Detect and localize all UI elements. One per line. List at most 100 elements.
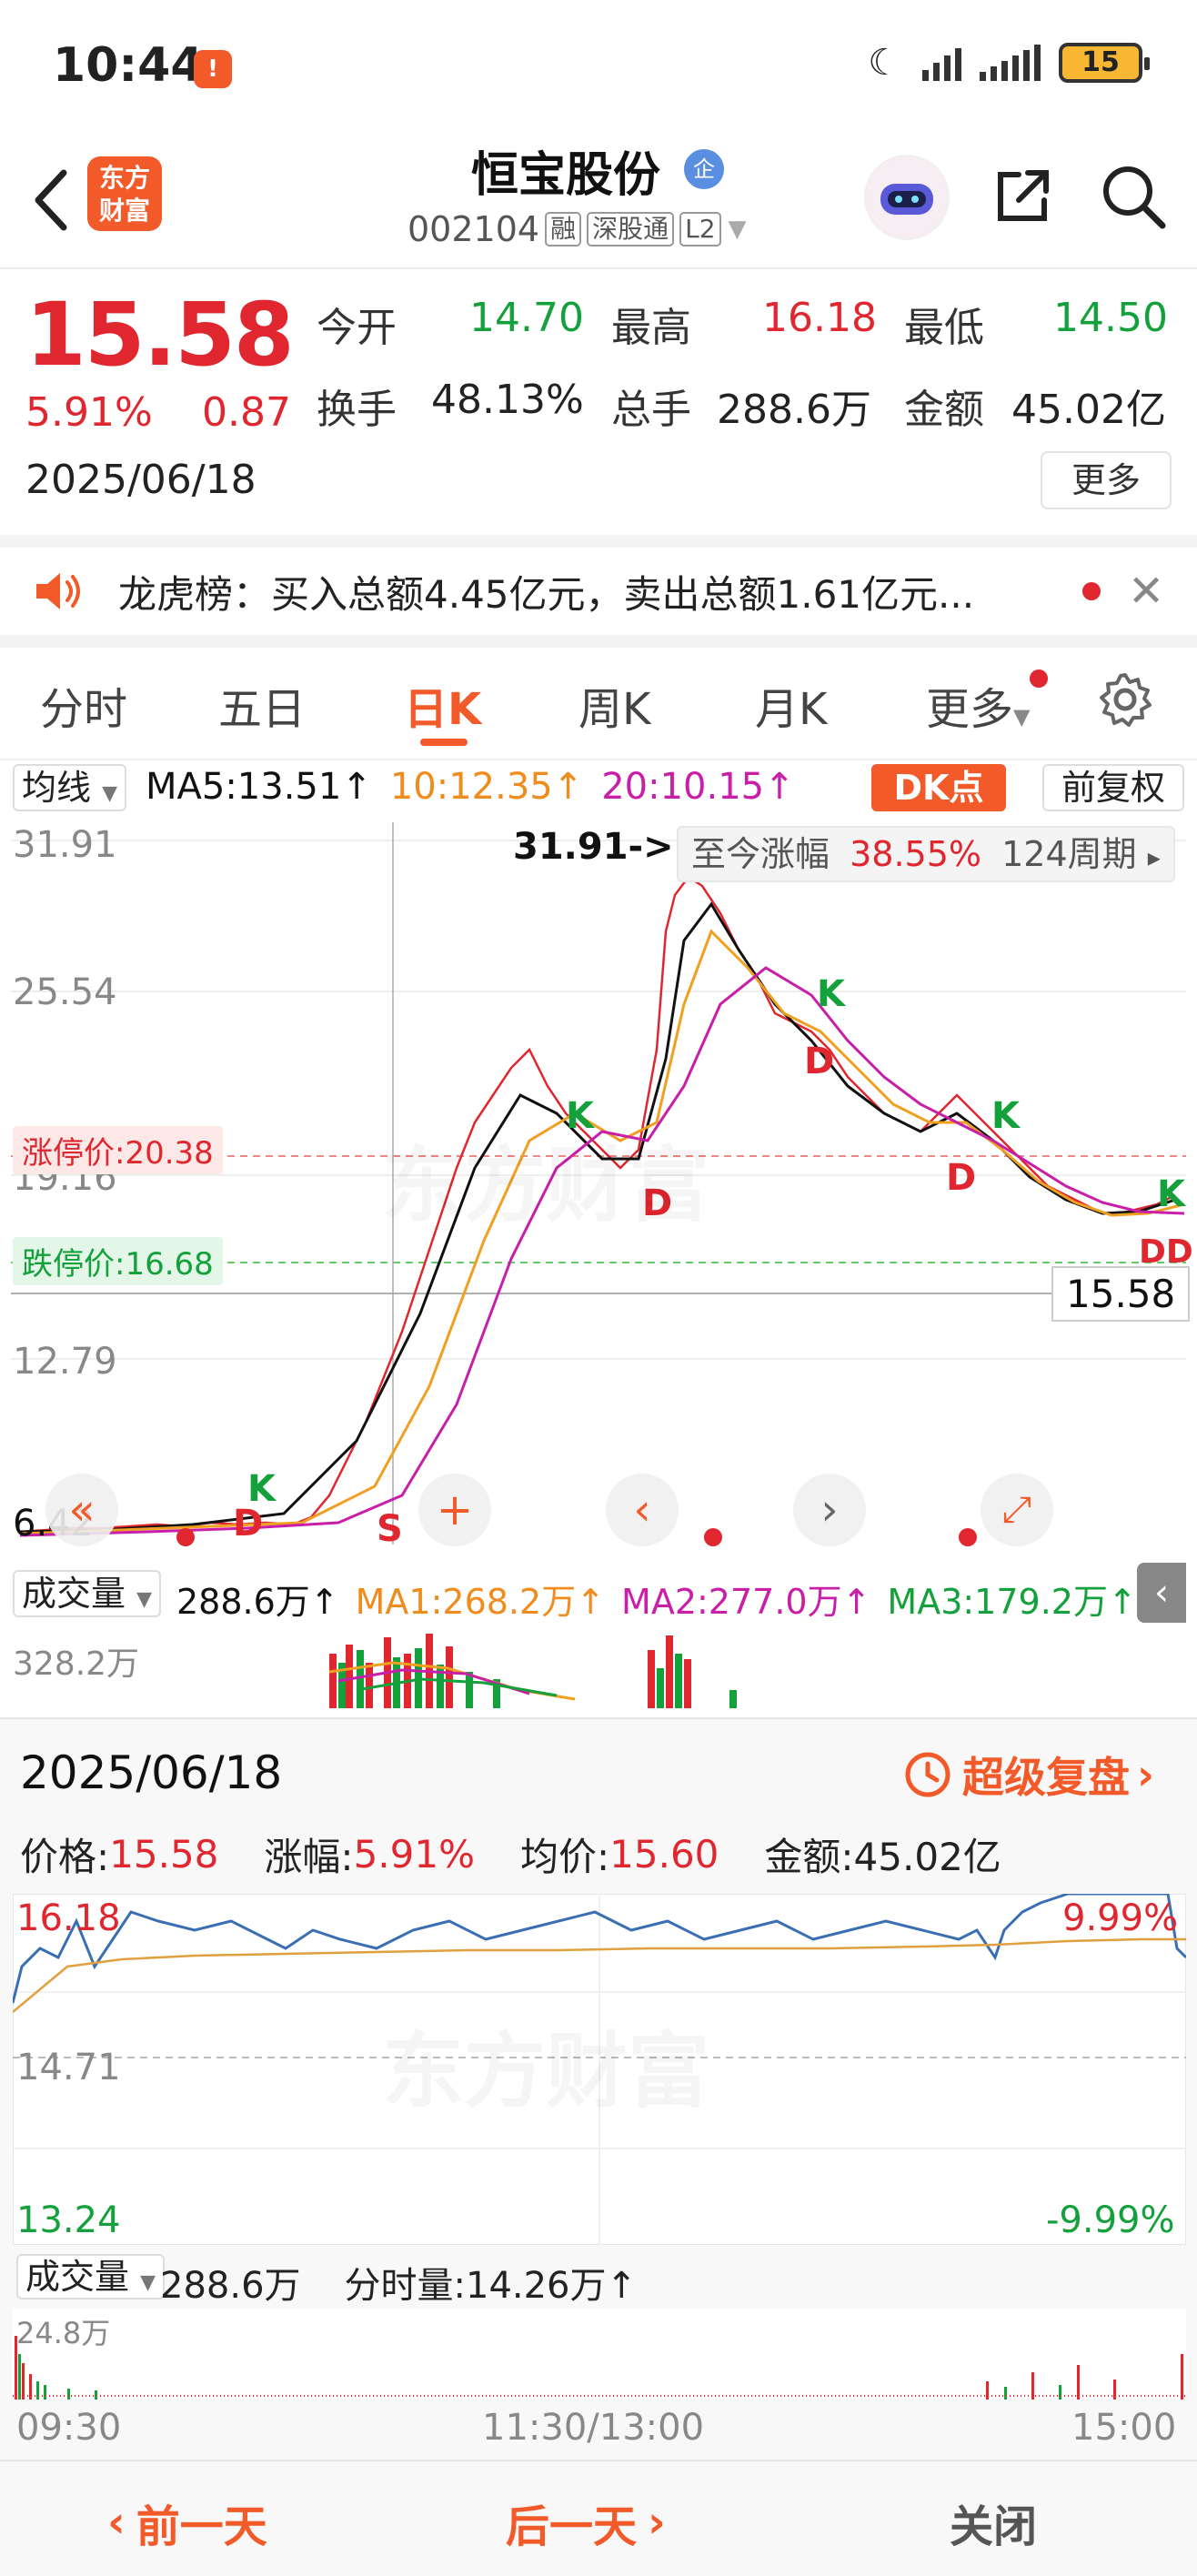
signal-d: D	[946, 1157, 977, 1199]
intraday-volume-select[interactable]: 成交量 ▼	[16, 2254, 166, 2299]
tab-monthly-k[interactable]: 月K	[755, 673, 827, 737]
tag-connect: 深股通	[587, 212, 675, 247]
volume-chart	[328, 1634, 737, 1708]
amount-label: 金额	[904, 387, 984, 433]
low-value: 14.50	[1053, 295, 1168, 341]
ma20-value: 20:10.15↑	[601, 766, 795, 808]
dropdown-icon: ▼	[102, 782, 118, 805]
indicator-select[interactable]: 均线 ▼	[13, 764, 127, 811]
volume-max-label: 328.2万	[13, 1645, 140, 1683]
total-hands-value: 288.6万	[717, 387, 871, 433]
chevron-right-icon[interactable]: ›	[793, 1474, 866, 1546]
announcement-text[interactable]: 龙虎榜：买入总额4.45亿元，卖出总额1.61亿元...	[118, 564, 974, 619]
y-label-2: 25.54	[13, 971, 117, 1013]
battery-icon: 15	[1059, 43, 1150, 83]
intraday-volume-values: 288.6万 分时量:14.26万↑	[160, 2256, 637, 2309]
signal-k: K	[1157, 1173, 1185, 1215]
fullscreen-icon[interactable]: ⤢	[981, 1474, 1053, 1546]
close-button[interactable]: 关闭	[950, 2490, 1037, 2554]
app-logo[interactable]: 东方财富	[87, 156, 162, 231]
signal-dd: DD	[1139, 1233, 1193, 1271]
watermark: 东方财富	[382, 1119, 709, 1237]
intraday-volume-select-label: 成交量	[25, 2257, 130, 2297]
expand-left-icon[interactable]: ‹	[1137, 1563, 1186, 1623]
time-label-open: 09:30	[16, 2407, 122, 2449]
intraday-minute-volume: 分时量:14.26万↑	[344, 2265, 638, 2307]
price-label: 价格:	[20, 1835, 110, 1879]
gain-value: 38.55%	[850, 834, 982, 874]
super-replay-button[interactable]: 超级复盘 ›	[900, 1745, 1154, 1805]
chevron-right-icon: ›	[648, 2497, 666, 2548]
zoom-in-button[interactable]: +	[418, 1474, 491, 1546]
chevron-left-icon[interactable]: ‹	[606, 1474, 679, 1546]
dropdown-icon: ▼	[1013, 704, 1031, 730]
total-hands-label: 总手	[611, 387, 691, 433]
stock-code-line[interactable]: 002104 融 深股通 L2 ▼	[407, 209, 747, 249]
open-value: 14.70	[469, 295, 584, 341]
alert-icon: !	[194, 50, 232, 88]
close-icon[interactable]: ✕	[1128, 569, 1164, 613]
more-button[interactable]: 更多	[1041, 451, 1172, 509]
intraday-low-label: 13.24	[16, 2199, 121, 2241]
volume-ma1: MA1:268.2万↑	[355, 1582, 606, 1622]
search-icon[interactable]	[1099, 162, 1168, 231]
status-time: 10:44	[53, 38, 204, 93]
previous-day-button[interactable]: ‹ 前一天	[107, 2490, 267, 2554]
stock-name: 恒宝股份	[471, 148, 661, 203]
price-value: 15.58	[109, 1832, 219, 1877]
last-price-marker: 15.58	[1051, 1266, 1191, 1322]
ma10-value: 10:12.35↑	[389, 766, 584, 808]
rewind-icon[interactable]: «	[45, 1474, 118, 1546]
quote-date: 2025/06/18	[25, 457, 256, 503]
limit-down-label: 跌停价:16.68	[13, 1237, 223, 1285]
limit-up-label: 涨停价:20.38	[13, 1126, 223, 1174]
volume-total: 288.6万↑	[176, 1582, 339, 1622]
dropdown-icon: ▼	[136, 1588, 153, 1611]
tab-more[interactable]: 更多▼	[926, 673, 1030, 737]
tab-weekly-k[interactable]: 周K	[578, 673, 650, 737]
volume-select-label: 成交量	[22, 1574, 126, 1614]
high-value: 16.18	[762, 295, 877, 341]
signal-d: D	[804, 1041, 835, 1082]
nav-dot	[704, 1528, 722, 1546]
change-value: 5.91%	[353, 1832, 475, 1877]
time-label-mid: 11:30/13:00	[482, 2407, 705, 2449]
peak-label: 31.91->	[513, 826, 674, 868]
intraday-volume-total: 288.6万	[160, 2265, 301, 2307]
corp-badge: 企	[684, 149, 724, 189]
share-icon[interactable]	[991, 164, 1055, 227]
indicator-select-label: 均线	[22, 768, 92, 808]
panel-stats: 价格: 15.58 涨幅: 5.91% 均价: 15.60 金额:45.02亿	[20, 1826, 1001, 1882]
intraday-mid-label: 14.71	[16, 2047, 121, 2088]
price-adjust-button[interactable]: 前复权	[1042, 764, 1184, 811]
gain-box[interactable]: 至今涨幅 38.55% 124周期 ▸	[677, 826, 1175, 882]
tag-level2: L2	[679, 212, 721, 247]
tag-margin: 融	[545, 212, 582, 247]
intraday-high-label: 16.18	[16, 1897, 121, 1939]
intraday-volume-max-label: 24.8万	[16, 2316, 111, 2350]
y-label-top: 31.91	[13, 824, 117, 866]
tab-more-label: 更多	[926, 684, 1014, 735]
signal-icon-2	[980, 45, 1041, 81]
amount-value: 45.02亿	[1011, 387, 1166, 433]
tab-daily-k[interactable]: 日K	[404, 673, 481, 737]
volume-values: 288.6万↑ MA1:268.2万↑ MA2:277.0万↑ MA3:179.…	[176, 1574, 1137, 1624]
avg-label: 均价:	[520, 1835, 610, 1879]
nav-dot	[959, 1528, 977, 1546]
volume-ma3: MA3:179.2万↑	[887, 1582, 1137, 1622]
back-icon[interactable]	[25, 164, 80, 236]
dk-point-button[interactable]: DK点	[871, 764, 1006, 811]
change-label: 涨幅:	[264, 1835, 354, 1879]
tab-intraday[interactable]: 分时	[40, 673, 127, 737]
robot-assistant-icon[interactable]	[864, 155, 950, 240]
dropdown-icon: ▼	[728, 216, 747, 243]
period-label: 124周期	[1001, 834, 1137, 874]
previous-day-label: 前一天	[136, 2501, 267, 2552]
volume-indicator-select[interactable]: 成交量 ▼	[13, 1570, 162, 1617]
settings-gear-icon[interactable]	[1097, 671, 1153, 728]
tab-five-day[interactable]: 五日	[218, 673, 306, 737]
next-day-button[interactable]: 后一天 ›	[506, 2490, 666, 2554]
volume-ma2: MA2:277.0万↑	[621, 1582, 871, 1622]
logo-text: 东方财富	[99, 163, 151, 226]
y-label-4: 12.79	[13, 1341, 117, 1383]
